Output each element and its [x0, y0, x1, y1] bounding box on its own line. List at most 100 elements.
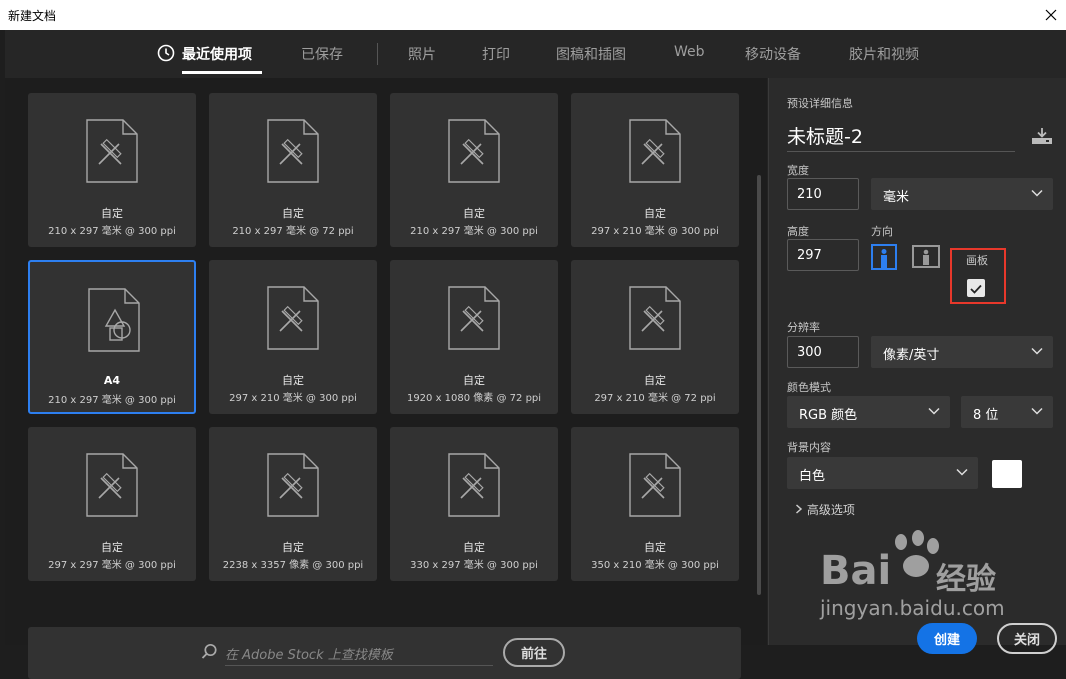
tab-divider: [377, 43, 378, 65]
resolution-input[interactable]: 300: [787, 336, 859, 368]
preset-description: 330 x 297 毫米 @ 300 ppi: [410, 560, 538, 571]
height-label: 高度: [787, 225, 809, 238]
preset-description: 297 x 210 毫米 @ 72 ppi: [594, 393, 716, 404]
go-button[interactable]: 前往: [503, 638, 565, 667]
preset-name: 自定: [101, 541, 123, 554]
background-label: 背景内容: [787, 441, 831, 454]
document-template-icon: [629, 119, 681, 187]
tab-web[interactable]: Web: [674, 44, 705, 60]
preset-description: 210 x 297 毫米 @ 72 ppi: [232, 226, 354, 237]
preset-card[interactable]: A4 210 x 297 毫米 @ 300 ppi: [28, 260, 196, 414]
width-unit-select[interactable]: 毫米: [871, 178, 1053, 210]
document-template-icon: [448, 286, 500, 354]
preset-card[interactable]: 自定 210 x 297 毫米 @ 300 ppi: [28, 93, 196, 247]
stock-search-bar: 在 Adobe Stock 上查找模板 前往: [28, 627, 741, 679]
checkmark-icon: [970, 279, 982, 298]
preset-name: 自定: [282, 374, 304, 387]
preset-name: 自定: [644, 207, 666, 220]
chevron-right-icon: [795, 503, 803, 517]
resolution-unit-select[interactable]: 像素/英寸: [871, 336, 1053, 368]
preset-name: 自定: [463, 207, 485, 220]
preset-card[interactable]: 自定 1920 x 1080 像素 @ 72 ppi: [390, 260, 558, 414]
color-mode-select[interactable]: RGB 颜色: [787, 396, 950, 428]
tab-photo[interactable]: 照片: [408, 44, 436, 64]
preset-description: 2238 x 3357 像素 @ 300 ppi: [222, 560, 364, 571]
preset-name: 自定: [282, 541, 304, 554]
document-template-icon: [86, 453, 138, 521]
watermark-jingyan: 经验: [936, 562, 996, 597]
width-unit-value: 毫米: [883, 190, 910, 205]
resolution-label: 分辨率: [787, 321, 820, 334]
document-template-icon: [267, 119, 319, 187]
preset-details-heading: 预设详细信息: [787, 97, 853, 110]
document-template-icon: [267, 453, 319, 521]
artboard-label: 画板: [966, 254, 988, 267]
preset-card[interactable]: 自定 330 x 297 毫米 @ 300 ppi: [390, 427, 558, 581]
bit-depth-select[interactable]: 8 位: [961, 396, 1053, 428]
clock-icon: [157, 44, 175, 66]
chevron-down-icon: [1031, 405, 1043, 421]
preset-description: 1920 x 1080 像素 @ 72 ppi: [406, 393, 542, 404]
preset-name: 自定: [463, 374, 485, 387]
preset-description: 210 x 297 毫米 @ 300 ppi: [410, 226, 538, 237]
preset-description: 350 x 210 毫米 @ 300 ppi: [591, 560, 719, 571]
artboard-checkbox[interactable]: [967, 279, 985, 297]
chevron-down-icon: [928, 405, 940, 421]
preset-card[interactable]: 自定 210 x 297 毫米 @ 300 ppi: [390, 93, 558, 247]
preset-card[interactable]: 自定 297 x 210 毫米 @ 300 ppi: [209, 260, 377, 414]
watermark-url: jingyan.baidu.com: [820, 596, 1005, 620]
document-shapes-icon: [88, 288, 140, 356]
bit-depth-value: 8 位: [973, 408, 999, 423]
advanced-options-label: 高级选项: [806, 503, 855, 517]
preset-name: 自定: [101, 207, 123, 220]
preset-description: 210 x 297 毫米 @ 300 ppi: [48, 395, 176, 406]
portrait-orientation-icon[interactable]: [871, 244, 897, 270]
document-template-icon: [629, 286, 681, 354]
tab-recent[interactable]: 最近使用项: [182, 44, 252, 64]
preset-card[interactable]: 自定 297 x 297 毫米 @ 300 ppi: [28, 427, 196, 581]
advanced-options-toggle[interactable]: 高级选项: [795, 501, 855, 518]
gallery-scrollbar[interactable]: [757, 175, 761, 595]
active-tab-indicator: [182, 71, 262, 74]
tab-saved[interactable]: 已保存: [301, 44, 343, 64]
preset-name: 自定: [282, 207, 304, 220]
save-preset-icon[interactable]: [1031, 127, 1053, 149]
preset-card[interactable]: 自定 297 x 210 毫米 @ 300 ppi: [571, 93, 739, 247]
preset-card[interactable]: 自定 210 x 297 毫米 @ 72 ppi: [209, 93, 377, 247]
chevron-down-icon: [1031, 187, 1043, 203]
color-mode-label: 颜色模式: [787, 381, 831, 394]
width-label: 宽度: [787, 164, 809, 177]
preset-description: 210 x 297 毫米 @ 300 ppi: [48, 226, 176, 237]
baidu-jingyan-watermark: Bai 经验 jingyan.baidu.com: [818, 528, 1018, 628]
tab-film-video[interactable]: 胶片和视频: [849, 44, 919, 64]
width-input[interactable]: 210: [787, 178, 859, 210]
landscape-orientation-icon[interactable]: [912, 244, 940, 270]
preset-gallery: 自定 210 x 297 毫米 @ 300 ppi 自定 210 x 297 毫米 @…: [5, 78, 767, 679]
resolution-unit-value: 像素/英寸: [883, 348, 940, 363]
chevron-down-icon: [956, 466, 968, 482]
search-icon: [201, 643, 218, 664]
background-value: 白色: [799, 469, 826, 484]
preset-name: 自定: [644, 541, 666, 554]
chevron-down-icon: [1031, 345, 1043, 361]
color-mode-value: RGB 颜色: [799, 408, 858, 423]
close-icon[interactable]: [1036, 0, 1066, 30]
tab-art-illustration[interactable]: 图稿和插图: [556, 44, 626, 64]
document-template-icon: [86, 119, 138, 187]
preset-card[interactable]: 自定 2238 x 3357 像素 @ 300 ppi: [209, 427, 377, 581]
preset-card[interactable]: 自定 350 x 210 毫米 @ 300 ppi: [571, 427, 739, 581]
background-select[interactable]: 白色: [787, 457, 978, 489]
document-template-icon: [629, 453, 681, 521]
background-color-swatch[interactable]: [992, 460, 1022, 488]
stock-search-input[interactable]: 在 Adobe Stock 上查找模板: [225, 640, 493, 666]
preset-card[interactable]: 自定 297 x 210 毫米 @ 72 ppi: [571, 260, 739, 414]
document-template-icon: [448, 119, 500, 187]
height-input[interactable]: 297: [787, 239, 859, 271]
title-bar: 新建文档: [0, 0, 1066, 30]
tab-mobile[interactable]: 移动设备: [745, 44, 801, 64]
preset-description: 297 x 210 毫米 @ 300 ppi: [591, 226, 719, 237]
document-name-input[interactable]: 未标题-2: [787, 122, 1015, 152]
document-template-icon: [448, 453, 500, 521]
tab-print[interactable]: 打印: [482, 44, 510, 64]
orientation-label: 方向: [871, 225, 893, 238]
